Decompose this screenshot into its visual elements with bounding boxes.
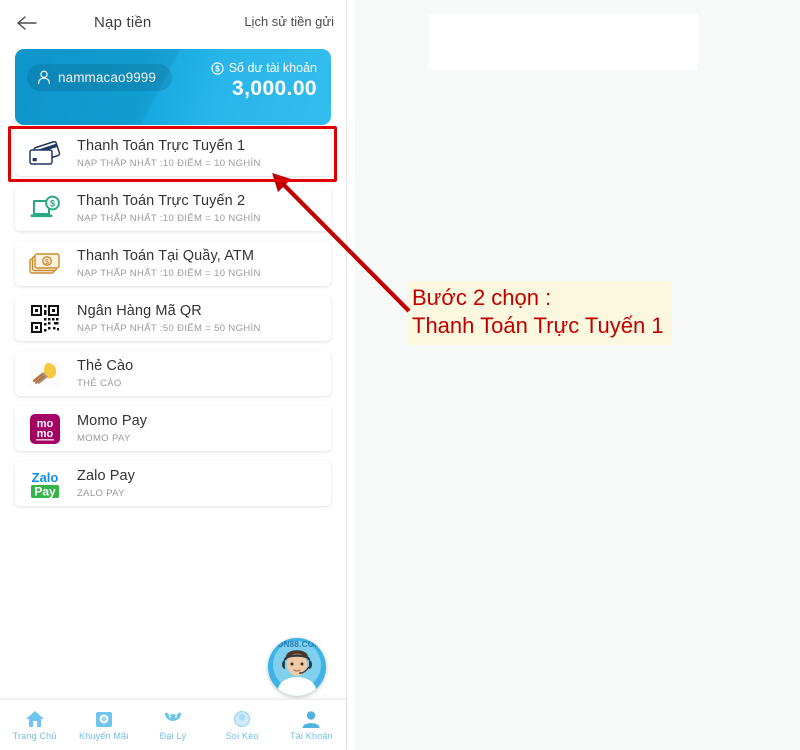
payment-method-text: Momo Pay MOMO PAY — [75, 413, 147, 443]
zalopay-logo-icon: Zalo Pay — [15, 461, 75, 506]
nav-item-khuyen-mai[interactable]: Khuyến Mãi — [69, 709, 138, 741]
nav-item-tai-khoan[interactable]: Tài Khoản — [277, 709, 346, 741]
payment-method-list: Thanh Toán Trực Tuyến 1 NẠP THẤP NHẤT :1… — [15, 131, 331, 516]
annotation-line-1: Bước 2 chọn : — [412, 285, 552, 310]
deposit-history-link[interactable]: Lịch sử tiền gửi — [244, 14, 334, 29]
payment-method-subtitle: NẠP THẤP NHẤT :10 ĐIỂM = 10 NGHÌN — [77, 212, 261, 224]
nav-label: Soi Kèo — [225, 731, 259, 741]
payment-method-subtitle: MOMO PAY — [77, 432, 131, 444]
account-icon — [302, 711, 320, 728]
back-button[interactable] — [0, 0, 54, 45]
svg-text:$: $ — [215, 64, 220, 73]
payment-method-title: Thẻ Cào — [77, 358, 134, 375]
phone-viewport: Nạp tiền Lịch sử tiền gửi nammacao9999 $… — [0, 0, 347, 750]
payment-method-title: Thanh Toán Tại Quầy, ATM — [77, 248, 255, 265]
nav-item-trang-chu[interactable]: Trang Chủ — [0, 709, 69, 741]
payment-method-momo-pay[interactable]: mo mo Momo Pay MOMO PAY — [15, 406, 331, 451]
qr-code-icon — [15, 296, 75, 341]
banknotes-icon: $ — [15, 241, 75, 286]
user-icon — [37, 70, 51, 85]
dollar-circle-icon: $ — [211, 61, 224, 75]
payment-method-subtitle: NẠP THẤP NHẤT :10 ĐIỂM = 10 NGHÌN — [77, 267, 261, 279]
payment-method-title: Momo Pay — [77, 413, 148, 430]
nav-label: Đại Lý — [159, 731, 187, 741]
credit-cards-icon — [15, 131, 75, 176]
odds-icon — [234, 710, 251, 728]
payment-method-text: Ngân Hàng Mã QR NẠP THẤP NHẤT :50 ĐIỂM =… — [75, 303, 261, 333]
nav-label: Khuyến Mãi — [79, 731, 129, 741]
svg-text:mo: mo — [37, 428, 54, 440]
svg-text:Zalo: Zalo — [32, 470, 59, 485]
payment-method-text: Thanh Toán Trực Tuyến 1 NẠP THẤP NHẤT :1… — [75, 138, 261, 168]
svg-text:$: $ — [50, 198, 55, 208]
page-background — [355, 0, 800, 750]
promotion-icon — [95, 712, 112, 727]
payment-method-subtitle: NẠP THẤP NHẤT :50 ĐIỂM = 50 NGHÌN — [77, 322, 261, 334]
payment-method-text: Thanh Toán Tại Quầy, ATM NẠP THẤP NHẤT :… — [75, 248, 261, 278]
page-title: Nạp tiền — [94, 14, 152, 31]
agency-icon — [165, 712, 181, 721]
balance-card: nammacao9999 $ Số dư tài khoản 3,000.00 — [15, 49, 331, 125]
payment-method-title: Thanh Toán Trực Tuyến 1 — [77, 138, 246, 155]
bottom-navigation: Trang Chủ Khuyến Mãi Đại Lý Soi Kèo Tài … — [0, 699, 346, 750]
support-agent-avatar[interactable]: JUN88.COM — [268, 638, 326, 696]
momo-logo-icon: mo mo — [15, 406, 75, 451]
payment-method-scratch-card[interactable]: Thẻ Cào THẺ CÀO — [15, 351, 331, 396]
nav-label: Trang Chủ — [12, 731, 57, 741]
balance-section: $ Số dư tài khoản 3,000.00 — [211, 61, 317, 101]
payment-method-online-1[interactable]: Thanh Toán Trực Tuyến 1 NẠP THẤP NHẤT :1… — [15, 131, 331, 176]
balance-label-text: Số dư tài khoản — [228, 61, 317, 75]
payment-method-text: Zalo Pay ZALO PAY — [75, 468, 135, 498]
payment-method-bank-qr[interactable]: Ngân Hàng Mã QR NẠP THẤP NHẤT :50 ĐIỂM =… — [15, 296, 331, 341]
app-header: Nạp tiền Lịch sử tiền gửi — [0, 0, 346, 45]
payment-method-title: Thanh Toán Trực Tuyến 2 — [77, 193, 246, 210]
annotation-line-2: Thanh Toán Trực Tuyến 1 — [412, 313, 664, 339]
svg-text:$: $ — [45, 259, 49, 266]
svg-text:Pay: Pay — [34, 484, 56, 498]
home-icon — [25, 711, 44, 727]
scratch-card-icon — [15, 351, 75, 396]
nav-item-soi-keo[interactable]: Soi Kèo — [208, 709, 277, 741]
payment-method-counter-atm[interactable]: $ Thanh Toán Tại Quầy, ATM NẠP THẤP NHẤT… — [15, 241, 331, 286]
back-arrow-icon — [17, 15, 37, 30]
username-text: nammacao9999 — [58, 70, 157, 85]
payment-method-subtitle: ZALO PAY — [77, 487, 125, 499]
payment-method-text: Thẻ Cào THẺ CÀO — [75, 358, 133, 388]
nav-item-dai-ly[interactable]: Đại Lý — [138, 709, 207, 741]
payment-method-title: Zalo Pay — [77, 468, 136, 485]
phone-screen: Nạp tiền Lịch sử tiền gửi nammacao9999 $… — [0, 0, 355, 750]
payment-method-subtitle: NẠP THẤP NHẤT :10 ĐIỂM = 10 NGHÌN — [77, 157, 261, 169]
payment-method-online-2[interactable]: $ Thanh Toán Trực Tuyến 2 NẠP THẤP NHẤT … — [15, 186, 331, 231]
payment-method-subtitle: THẺ CÀO — [77, 377, 122, 389]
blank-white-box — [429, 14, 698, 70]
balance-amount: 3,000.00 — [232, 77, 317, 100]
laptop-money-icon: $ — [15, 186, 75, 231]
payment-method-zalo-pay[interactable]: Zalo Pay Zalo Pay ZALO PAY — [15, 461, 331, 506]
payment-method-title: Ngân Hàng Mã QR — [77, 303, 202, 320]
nav-label: Tài Khoản — [290, 731, 333, 741]
avatar-watermark: JUN88.COM — [272, 640, 322, 649]
username-pill: nammacao9999 — [27, 64, 173, 91]
annotation-callout: Bước 2 chọn : Thanh Toán Trực Tuyến 1 — [408, 281, 672, 346]
payment-method-text: Thanh Toán Trực Tuyến 2 NẠP THẤP NHẤT :1… — [75, 193, 261, 223]
balance-label-row: $ Số dư tài khoản — [211, 61, 317, 75]
